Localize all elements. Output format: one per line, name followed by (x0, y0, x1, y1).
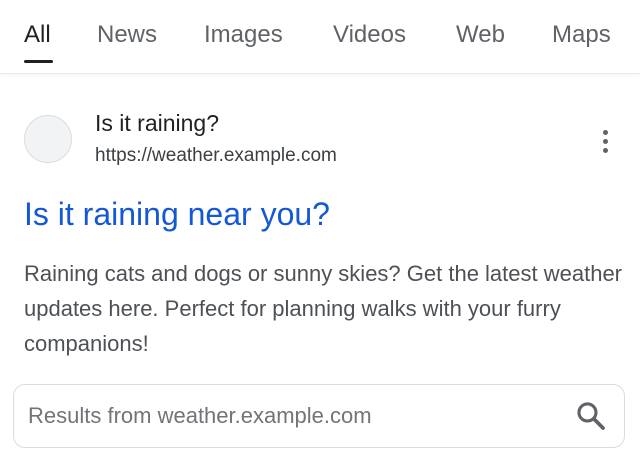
more-vert-icon-dot (602, 147, 608, 153)
more-vert-icon-dot (602, 138, 608, 144)
tab-all[interactable]: All (24, 20, 51, 50)
active-tab-indicator (24, 60, 53, 63)
more-vert-icon (602, 129, 608, 135)
more-options-button[interactable] (590, 124, 620, 158)
site-search-box[interactable]: Results from weather.example.com (13, 384, 625, 448)
tab-maps[interactable]: Maps (552, 20, 611, 50)
site-name[interactable]: Is it raining? (95, 109, 219, 137)
tab-videos[interactable]: Videos (333, 20, 406, 50)
result-snippet: Raining cats and dogs or sunny skies? Ge… (24, 261, 623, 356)
site-search-label: Results from weather.example.com (28, 403, 372, 428)
search-icon[interactable] (574, 399, 608, 433)
search-tabs-bar: All News Images Videos Web Maps (0, 0, 640, 74)
tab-images[interactable]: Images (204, 20, 283, 50)
tab-news[interactable]: News (97, 20, 157, 50)
site-url[interactable]: https://weather.example.com (95, 144, 337, 168)
result-title-link[interactable]: Is it raining near you? (24, 194, 330, 234)
site-favicon-icon[interactable] (24, 115, 72, 163)
tab-web[interactable]: Web (456, 20, 505, 50)
